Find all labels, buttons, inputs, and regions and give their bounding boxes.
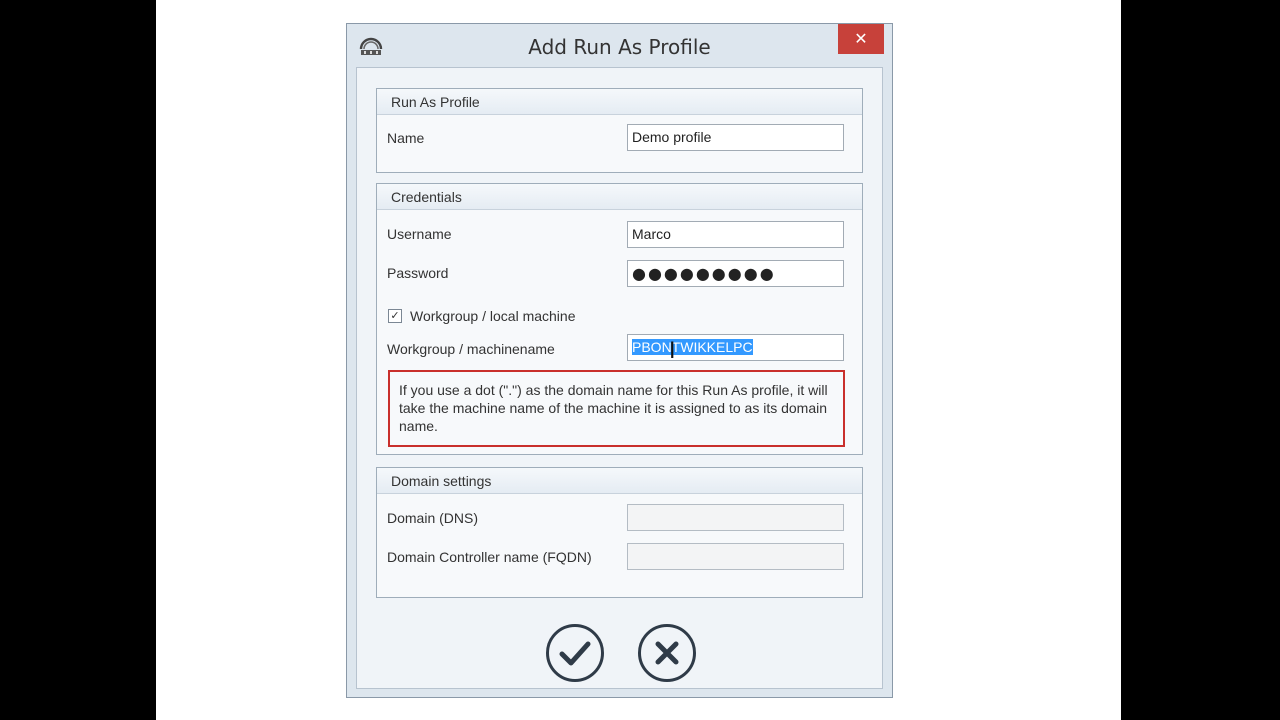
dialog-title: Add Run As Profile — [528, 35, 711, 59]
machinename-label: Workgroup / machinename — [387, 341, 555, 357]
title-bar[interactable]: Add Run As Profile ✕ — [347, 24, 892, 66]
name-label: Name — [387, 130, 425, 146]
checkmark-icon — [559, 641, 591, 666]
run-as-profile-header: Run As Profile — [377, 89, 862, 115]
close-button[interactable]: ✕ — [838, 24, 884, 54]
password-input[interactable]: ●●●●●●●●● — [627, 260, 844, 287]
name-input[interactable]: Demo profile — [627, 124, 844, 151]
machinename-input[interactable]: PBONTWIKKELPC — [627, 334, 844, 361]
dc-name-label: Domain Controller name (FQDN) — [387, 549, 592, 565]
domain-settings-header: Domain settings — [377, 468, 862, 494]
add-run-as-profile-dialog: Add Run As Profile ✕ Run As Profile Name… — [346, 23, 893, 698]
info-message: If you use a dot (".") as the domain nam… — [388, 370, 845, 447]
domain-dns-label: Domain (DNS) — [387, 510, 479, 526]
domain-settings-group: Domain settings Domain (DNS) Domain Cont… — [376, 467, 863, 598]
run-as-profile-group: Run As Profile Name Demo profile — [376, 88, 863, 173]
text-cursor-icon: I — [669, 339, 676, 364]
password-label: Password — [387, 265, 449, 281]
credentials-group: Credentials Username Marco Password ●●●●… — [376, 183, 863, 455]
cross-icon — [655, 641, 679, 665]
dialog-content: Run As Profile Name Demo profile Credent… — [356, 67, 883, 689]
machinename-selected-text: PBONTWIKKELPC — [632, 339, 753, 355]
workgroup-checkbox-label[interactable]: Workgroup / local machine — [410, 308, 575, 324]
username-label: Username — [387, 226, 452, 242]
ok-button[interactable] — [546, 624, 604, 682]
credentials-header: Credentials — [377, 184, 862, 210]
cancel-button[interactable] — [638, 624, 696, 682]
username-input[interactable]: Marco — [627, 221, 844, 248]
workgroup-checkbox[interactable]: ✓ — [388, 309, 402, 323]
domain-dns-input[interactable] — [627, 504, 844, 531]
dc-name-input[interactable] — [627, 543, 844, 570]
